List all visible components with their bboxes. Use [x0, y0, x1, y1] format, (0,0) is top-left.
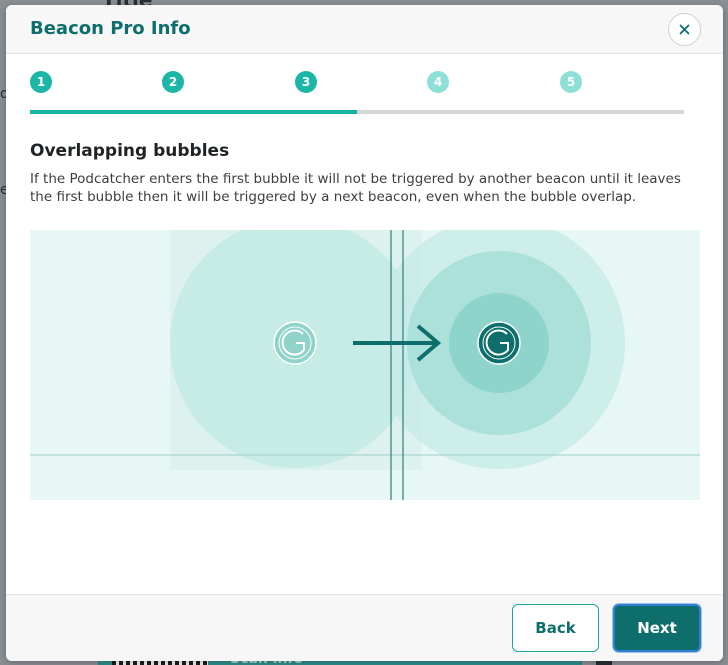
modal-title: Beacon Pro Info: [30, 18, 191, 39]
back-button[interactable]: Back: [512, 604, 599, 652]
modal-footer: Back Next: [6, 594, 723, 661]
modal-header: Beacon Pro Info: [6, 5, 723, 54]
stepper: 1 2 3 4 5: [30, 71, 684, 117]
beacon-logo-icon: [477, 321, 521, 365]
progress-track: [30, 110, 684, 114]
overlapping-bubbles-illustration: [30, 230, 700, 500]
step-2[interactable]: 2: [162, 71, 184, 93]
section-description: If the Podcatcher enters the first bubbl…: [30, 171, 681, 205]
step-5[interactable]: 5: [560, 71, 582, 93]
next-button[interactable]: Next: [613, 604, 701, 652]
step-1[interactable]: 1: [30, 71, 52, 93]
beacon-info-modal: Beacon Pro Info 1 2 3 4 5 Overlapping bu…: [6, 5, 723, 661]
beacon-logo-icon: [273, 321, 317, 365]
section-heading: Overlapping bubbles: [30, 141, 230, 161]
step-4[interactable]: 4: [427, 71, 449, 93]
close-icon: [679, 24, 690, 35]
progress-fill: [30, 110, 357, 114]
close-button[interactable]: [668, 13, 701, 46]
step-3[interactable]: 3: [295, 71, 317, 93]
